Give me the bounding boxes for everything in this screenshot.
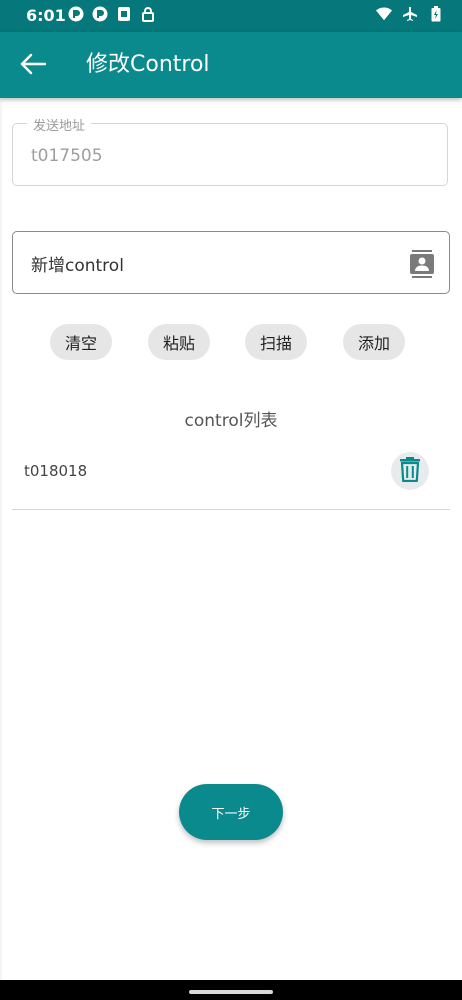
back-button[interactable]: [18, 51, 48, 81]
control-address: t018018: [24, 462, 88, 480]
trash-icon: [399, 456, 421, 486]
app-notification-icon: [68, 6, 84, 22]
delete-control-button[interactable]: [391, 452, 429, 490]
status-icons-right: [376, 6, 444, 22]
status-time: 6:01: [26, 6, 66, 25]
contacts-icon: [409, 250, 435, 282]
page-title: 修改Control: [86, 52, 210, 77]
arrow-left-icon: [20, 53, 47, 79]
sender-address-field: 发送地址 t017505: [12, 115, 448, 186]
add-button[interactable]: 添加: [343, 324, 405, 360]
battery-icon: [428, 6, 444, 22]
status-icons-left: [68, 6, 156, 22]
contacts-button[interactable]: [409, 250, 435, 278]
action-chips: 清空 粘贴 扫描 添加: [0, 324, 462, 360]
clear-button[interactable]: 清空: [50, 324, 112, 360]
new-control-placeholder: 新增control: [31, 256, 124, 276]
edge-shadow: [0, 98, 3, 980]
paste-button[interactable]: 粘贴: [148, 324, 210, 360]
app-notification-icon: [92, 6, 108, 22]
control-list-item: t018018: [12, 446, 450, 510]
navigation-bar: [0, 980, 462, 1000]
control-list-title: control列表: [184, 411, 278, 431]
sim-card-icon: [116, 6, 132, 22]
lock-icon: [140, 6, 156, 22]
status-bar: 6:01: [0, 0, 462, 32]
airplane-mode-icon: [402, 6, 418, 22]
new-control-input[interactable]: 新增control: [12, 231, 450, 294]
next-button[interactable]: 下一步: [179, 784, 283, 840]
home-gesture-handle[interactable]: [189, 990, 273, 994]
wifi-icon: [376, 6, 392, 22]
sender-address-label: 发送地址: [27, 115, 92, 134]
sender-address-value: t017505: [31, 146, 103, 166]
app-bar: 修改Control: [0, 32, 462, 98]
scan-button[interactable]: 扫描: [245, 324, 307, 360]
